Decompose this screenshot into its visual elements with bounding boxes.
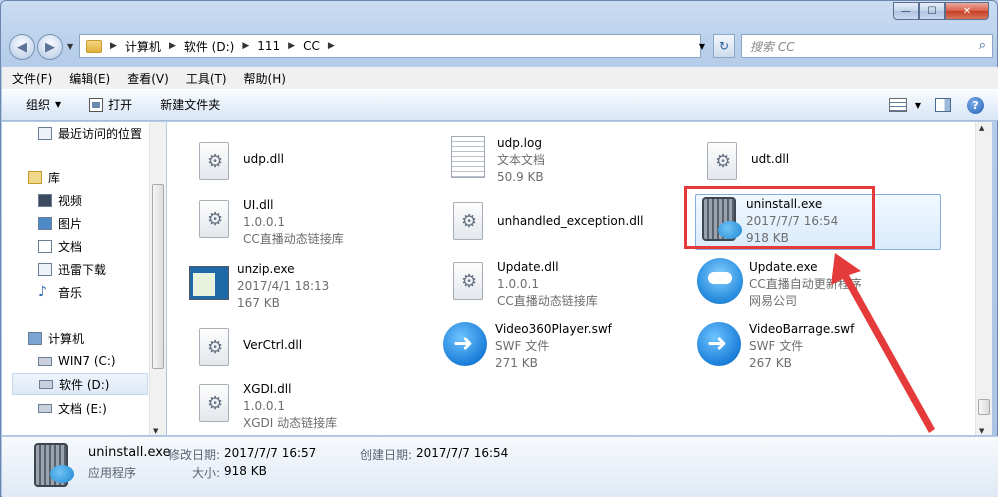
details-file-type: 应用程序 (88, 466, 137, 480)
highlight-arrow-icon (831, 253, 935, 433)
explorer-window: — ☐ ✕ ◀ ▶ ▼ ▶ 计算机 ▶ 软件 (D:) ▶ 111 ▶ CC ▶… (0, 0, 998, 497)
details-modified-label: 修改日期: (168, 448, 221, 462)
details-file-name: uninstall.exe (88, 445, 171, 460)
details-created-label: 创建日期: (360, 448, 413, 462)
details-pane: uninstall.exe 应用程序 修改日期: 2017/7/7 16:57 … (2, 436, 998, 497)
details-created-value: 2017/7/7 16:54 (416, 446, 509, 460)
details-modified-value: 2017/7/7 16:57 (224, 446, 317, 460)
details-size-label: 大小: (192, 466, 221, 480)
details-size-value: 918 KB (224, 464, 267, 478)
uninstall-icon (34, 443, 74, 487)
